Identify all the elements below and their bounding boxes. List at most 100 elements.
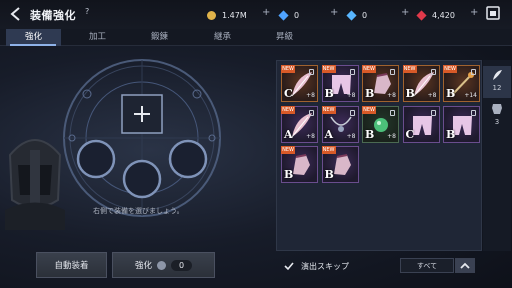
red-gem-value: 4,420 — [432, 10, 455, 20]
skip-effects-label: 演出スキップ — [301, 262, 349, 271]
item-grade: B — [284, 168, 294, 181]
enhance-button[interactable]: 強化 0 — [112, 252, 215, 278]
lock-icon — [349, 69, 355, 75]
item-enhance-level: +8 — [306, 92, 315, 99]
blue-crystal-value: 0 — [362, 10, 368, 20]
tab-forge[interactable]: 鍛錬 — [132, 29, 187, 46]
sort-filter-dropdown[interactable]: すべて — [400, 258, 454, 273]
main-equipment-slot[interactable] — [121, 94, 163, 134]
armor-icon — [492, 104, 502, 114]
inventory-slot[interactable]: C — [402, 105, 440, 143]
feather-icon — [493, 70, 502, 80]
tab-process[interactable]: 加工 — [70, 29, 125, 46]
blue-crystal-icon — [346, 9, 357, 21]
screen: 装備強化 ? 1.47M + 0 + 0 + 4,420 + 強化 加工 鍛錬 … — [0, 0, 512, 288]
inventory-slot[interactable]: B +8 NEW — [362, 105, 399, 143]
inventory-slot[interactable]: B +8 NEW — [321, 65, 359, 102]
lock-icon — [390, 109, 395, 116]
blue-gem-plus-button[interactable]: + — [330, 7, 338, 18]
top-bar: 装備強化 ? 1.47M + 0 + 0 + 4,420 + — [0, 0, 512, 29]
tab-bar: 強化 加工 鍛錬 継承 昇級 — [0, 29, 512, 46]
item-grade: B — [365, 127, 375, 141]
gold-counter: 1.47M — [207, 8, 247, 22]
item-enhance-level: +8 — [427, 92, 437, 99]
item-grade: B — [446, 127, 456, 141]
item-grade: B — [324, 87, 334, 100]
category-tab-armor[interactable]: 3 — [483, 100, 511, 132]
gold-value: 1.47M — [222, 10, 247, 20]
item-enhance-level: +8 — [387, 92, 396, 99]
category-count-accessory: 12 — [492, 84, 502, 92]
tab-inherit[interactable]: 継承 — [195, 29, 250, 46]
inventory-slot[interactable]: A +8 NEW — [281, 105, 318, 143]
lock-icon — [471, 69, 476, 75]
lock-icon — [349, 109, 355, 116]
item-enhance-level: +14 — [464, 92, 477, 99]
lock-icon — [430, 109, 436, 116]
material-slot-middle[interactable] — [122, 159, 162, 199]
hint-text: 右側で装備を選びましょう。 — [93, 207, 184, 215]
chevron-up-icon[interactable] — [455, 258, 475, 273]
item-grade: A — [284, 127, 293, 141]
blue-gem-icon — [278, 9, 289, 21]
blue-gem-value: 0 — [294, 10, 300, 20]
category-count-armor: 3 — [494, 118, 500, 126]
blue-gem-counter: 0 — [278, 8, 300, 22]
inventory-slot[interactable]: B — [443, 105, 480, 143]
new-badge: NEW — [281, 65, 295, 73]
inventory-slot[interactable]: B +14 NEW — [443, 65, 480, 102]
item-grade: B — [446, 87, 456, 100]
red-gem-icon — [416, 9, 427, 21]
skip-effects-checkbox[interactable] — [284, 261, 294, 271]
item-grade: A — [324, 127, 334, 141]
material-slot-left[interactable] — [76, 139, 116, 179]
item-enhance-level: +8 — [346, 132, 356, 140]
item-enhance-level: +8 — [387, 132, 396, 140]
back-icon[interactable] — [8, 6, 24, 22]
new-badge: NEW — [321, 105, 336, 114]
item-enhance-level: +8 — [306, 132, 315, 140]
lock-icon — [471, 109, 476, 116]
inventory-slot[interactable]: C +8 NEW — [281, 65, 318, 102]
mailbox-icon[interactable] — [485, 5, 501, 21]
inventory-slot[interactable]: B NEW — [321, 146, 359, 183]
blue-crystal-plus-button[interactable]: + — [401, 7, 409, 18]
item-grade: B — [405, 87, 415, 100]
new-badge: NEW — [362, 105, 376, 114]
new-badge: NEW — [402, 65, 417, 73]
gold-plus-button[interactable]: + — [262, 7, 270, 18]
inventory-panel: C +8 NEW B +8 NEW B +8 NEW B +8 NEW B +14 NEW A +8 NEW A +8… — [276, 60, 482, 251]
lock-icon — [309, 109, 314, 116]
item-grade: C — [284, 87, 293, 100]
new-badge: NEW — [281, 146, 295, 154]
enhance-stone-icon — [156, 260, 166, 270]
inventory-slot[interactable]: B +8 NEW — [402, 65, 440, 102]
enhance-circle — [63, 59, 221, 217]
auto-equip-button[interactable]: 自動装着 — [36, 252, 107, 278]
item-grade: B — [324, 168, 334, 181]
new-badge: NEW — [321, 146, 336, 154]
gold-coin-icon — [207, 10, 216, 20]
lock-icon — [390, 69, 395, 75]
new-badge: NEW — [321, 65, 336, 73]
category-panel: 12 3 — [483, 60, 511, 251]
lock-icon — [309, 69, 314, 75]
enhance-count: 0 — [170, 259, 193, 271]
material-slot-right[interactable] — [168, 139, 208, 179]
inventory-slot[interactable]: A +8 NEW — [321, 105, 359, 143]
item-grade: C — [405, 127, 415, 141]
active-tab-underline — [10, 44, 56, 46]
item-grade: B — [365, 87, 375, 100]
red-gem-plus-button[interactable]: + — [470, 7, 478, 18]
lock-icon — [430, 69, 436, 75]
page-title: 装備強化 — [30, 9, 76, 22]
item-enhance-level: +8 — [346, 92, 356, 99]
help-button[interactable]: ? — [85, 7, 89, 16]
red-gem-counter: 4,420 — [416, 8, 455, 22]
new-badge: NEW — [443, 65, 457, 73]
inventory-slot[interactable]: B NEW — [281, 146, 318, 183]
inventory-slot[interactable]: B +8 NEW — [362, 65, 399, 102]
category-tab-accessory[interactable]: 12 — [483, 66, 511, 98]
tab-promote[interactable]: 昇級 — [257, 29, 312, 46]
enhance-button-label: 強化 — [134, 261, 152, 271]
